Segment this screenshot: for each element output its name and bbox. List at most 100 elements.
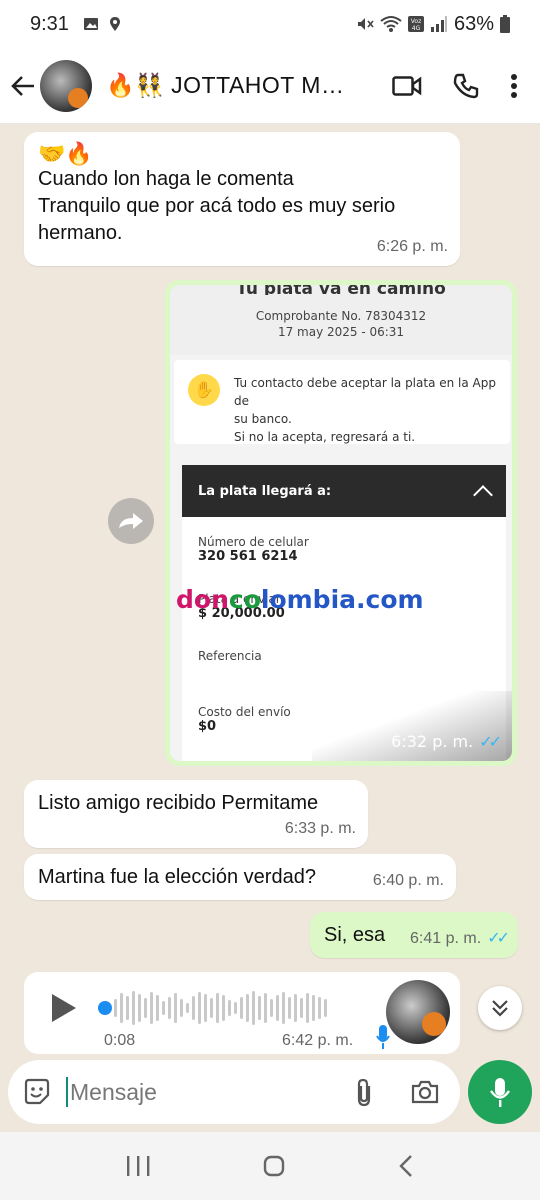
notice-line: Si no la acepta, regresará a ti. [234,430,416,444]
waveform-bar [144,998,147,1018]
waveform-bar [246,994,249,1022]
message-bubble-incoming[interactable]: 🤝🔥 Cuando lon haga le comenta Tranquilo … [24,132,460,266]
message-time: 6:32 p. m. [391,732,474,751]
video-call-icon[interactable] [392,74,422,98]
play-icon[interactable] [52,994,76,1022]
waveform-bar [222,995,225,1021]
waveform-bar [156,995,159,1021]
back-button[interactable] [8,71,38,101]
volte-icon: Voz4G [407,16,424,32]
message-text: Tranquilo que por acá todo es muy serio [38,195,396,217]
phone-value: 320 561 6214 [198,549,298,564]
waveform-bar [252,991,255,1025]
waveform-bar [258,996,261,1020]
waveform-bar [234,1002,237,1014]
svg-text:Voz: Voz [411,18,421,25]
contact-name[interactable]: 🔥👯 JOTTAHOT MA... [106,72,346,99]
sticker-icon[interactable] [22,1077,52,1107]
mute-icon [357,18,374,30]
attach-icon[interactable] [354,1077,374,1107]
waveform-bar [270,999,273,1017]
chevron-up-icon [473,485,493,505]
audio-waveform[interactable] [114,990,327,1026]
voice-message[interactable]: 0:08 6:42 p. m. [24,972,460,1054]
receipt-date: 17 may 2025 - 06:31 [277,325,405,339]
message-input[interactable]: Mensaje [66,1077,354,1107]
waveform-bar [198,992,201,1024]
waveform-bar [204,994,207,1022]
waveform-bar [132,991,135,1025]
waveform-bar [240,997,243,1019]
waveform-bar [300,998,303,1018]
forward-icon [119,513,143,529]
sender-avatar [386,980,450,1044]
waveform-bar [150,992,153,1024]
chat-area[interactable]: 🤝🔥 Cuando lon haga le comenta Tranquilo … [0,124,540,1054]
home-icon[interactable] [262,1154,286,1178]
back-nav-icon[interactable] [397,1154,415,1178]
microphone-icon [490,1078,510,1107]
system-nav-bar [0,1132,540,1200]
message-time: 6:42 p. m. [282,1032,354,1049]
audio-scrubber[interactable] [98,1001,112,1015]
scroll-down-button[interactable] [478,986,522,1030]
notice-line: su banco. [234,412,292,426]
waveform-bar [228,1000,231,1016]
forward-button[interactable] [108,498,154,544]
waveform-bar [216,993,219,1023]
message-time: 6:26 p. m. [376,238,448,255]
message-time: 6:40 p. m. [372,872,444,889]
waveform-bar [168,997,171,1019]
message-time: 6:33 p. m. [284,820,356,837]
waveform-bar [276,995,279,1021]
message-bubble-outgoing[interactable]: Si, esa 6:41 p. m. ✓✓ [310,912,518,958]
voice-record-button[interactable] [468,1060,532,1124]
phone-call-icon[interactable] [452,72,480,100]
hand-icon: ✋ [188,374,220,406]
back-arrow-icon [11,75,34,96]
receipt-section-header: La plata llegará a: [182,465,506,517]
reference-label: Referencia [198,649,262,663]
camera-icon[interactable] [410,1079,440,1105]
waveform-bar [210,998,213,1018]
waveform-bar [294,994,297,1022]
message-composer[interactable]: Mensaje [8,1060,460,1124]
waveform-bar [288,997,291,1019]
waveform-bar [324,999,327,1017]
receipt-image[interactable]: Tu plata va en camino Comprobante No. 78… [170,285,512,761]
waveform-bar [264,993,267,1023]
contact-avatar[interactable] [40,59,92,112]
waveform-bar [282,992,285,1024]
waveform-bar [120,993,123,1023]
notice-line: Tu contacto debe aceptar la plata en la … [234,376,496,408]
receipt-top: Tu plata va en camino Comprobante No. 78… [170,285,512,355]
battery-percent: 63% [453,12,494,35]
phone-label: Número de celular [198,535,309,549]
read-ticks-icon: ✓✓ [487,930,510,947]
gallery-icon [83,18,98,30]
waveform-bar [180,999,183,1017]
status-bar: 9:31 Voz 4G 63% [0,0,540,48]
battery-icon [500,15,510,33]
waveform-bar [174,993,177,1023]
receipt-heading: Tu plata va en camino [236,285,446,295]
recent-apps-icon[interactable] [125,1155,151,1177]
waveform-bar [138,994,141,1022]
waveform-bar [192,996,195,1020]
message-emojis: 🤝🔥 [38,141,93,166]
more-options-icon[interactable] [510,73,518,99]
message-time: 6:41 p. m. [410,930,482,947]
status-time: 9:31 [30,12,69,35]
mic-icon [376,1025,390,1049]
waveform-bar [114,999,117,1017]
waveform-bar [186,1003,189,1013]
message-text: Cuando lon haga le comenta [38,168,294,190]
image-message-outgoing[interactable]: Tu plata va en camino Comprobante No. 78… [165,280,517,766]
avatar-badge [422,1012,446,1036]
waveform-bar [306,993,309,1023]
message-bubble-incoming[interactable]: Listo amigo recibido Permitame 6:33 p. m… [24,780,368,848]
avatar-badge [68,87,88,108]
watermark: doncolombia.com [176,585,424,614]
message-bubble-incoming[interactable]: Martina fue la elección verdad? 6:40 p. … [24,854,456,900]
location-icon [109,17,120,31]
